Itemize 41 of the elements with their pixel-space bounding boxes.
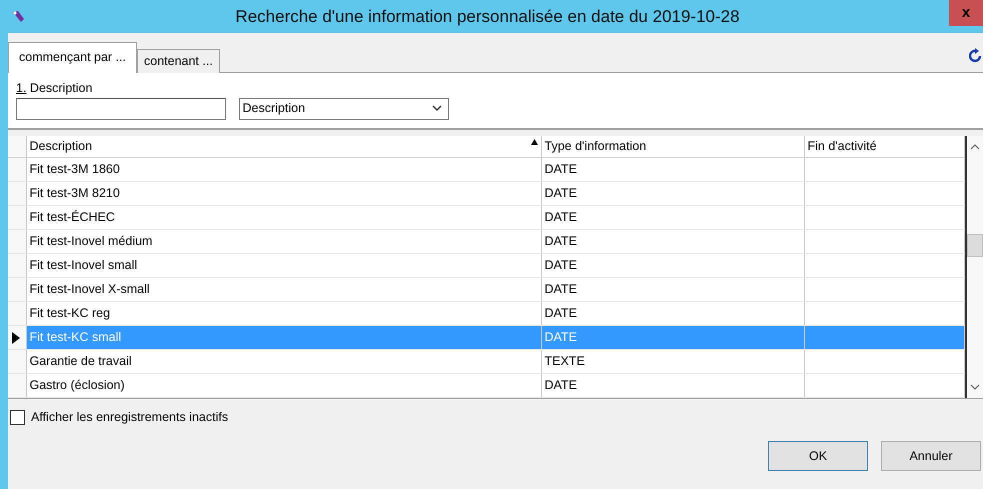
sort-ascending-icon	[530, 138, 538, 145]
table-cell: DATE	[541, 182, 804, 206]
field-label: 1. Description	[16, 80, 92, 97]
table-cell: Fit test-3M 8210	[26, 182, 541, 206]
table-cell: DATE	[541, 374, 804, 398]
tab[interactable]: contenant ...	[137, 49, 220, 73]
cancel-button[interactable]: Annuler	[881, 441, 981, 471]
scroll-up-icon[interactable]	[970, 144, 980, 150]
table-cell: Garantie de travail	[26, 350, 541, 374]
table-cell: Fit test-Inovel small	[26, 254, 541, 278]
table-cell: DATE	[541, 254, 804, 278]
checkbox[interactable]	[10, 410, 25, 426]
table-cell: Fit test-3M 1860	[26, 158, 541, 182]
table-cell: DATE	[541, 326, 804, 350]
checkbox-label: Afficher les enregistrements inactifs	[31, 409, 228, 426]
field-dropdown[interactable]: Description	[238, 98, 448, 120]
table-cell: TEXTE	[541, 350, 804, 374]
ok-button[interactable]: OK	[768, 441, 868, 471]
table-cell: DATE	[541, 230, 804, 254]
table-cell: DATE	[541, 206, 804, 230]
column-header[interactable]: Description	[26, 136, 541, 158]
scroll-down-icon[interactable]	[970, 384, 980, 390]
close-button[interactable]: x	[949, 0, 983, 26]
search-field[interactable]	[16, 98, 226, 120]
refresh-icon[interactable]	[969, 47, 983, 65]
app-icon	[12, 10, 26, 24]
tab[interactable]: commençant par ...	[8, 42, 137, 73]
table-cell: Fit test-KC small	[26, 326, 541, 350]
table-cell: Fit test-Inovel médium	[26, 230, 541, 254]
window-title: Recherche d'une information personnalisée en date du 2019-10-28	[234, 6, 741, 28]
table-cell: Gastro (éclosion)	[26, 374, 541, 398]
scrollbar[interactable]	[965, 136, 983, 398]
row-pointer-icon	[12, 332, 20, 344]
table-cell: Fit test-ÉCHEC	[26, 206, 541, 230]
caret-icon	[432, 105, 442, 112]
table-cell: DATE	[541, 158, 804, 182]
column-header[interactable]: Fin d'activité	[804, 136, 964, 158]
scroll-thumb[interactable]	[967, 234, 983, 257]
table-cell: DATE	[541, 278, 804, 302]
column-header[interactable]: Type d'information	[541, 136, 804, 158]
table-cell: Fit test-Inovel X-small	[26, 278, 541, 302]
